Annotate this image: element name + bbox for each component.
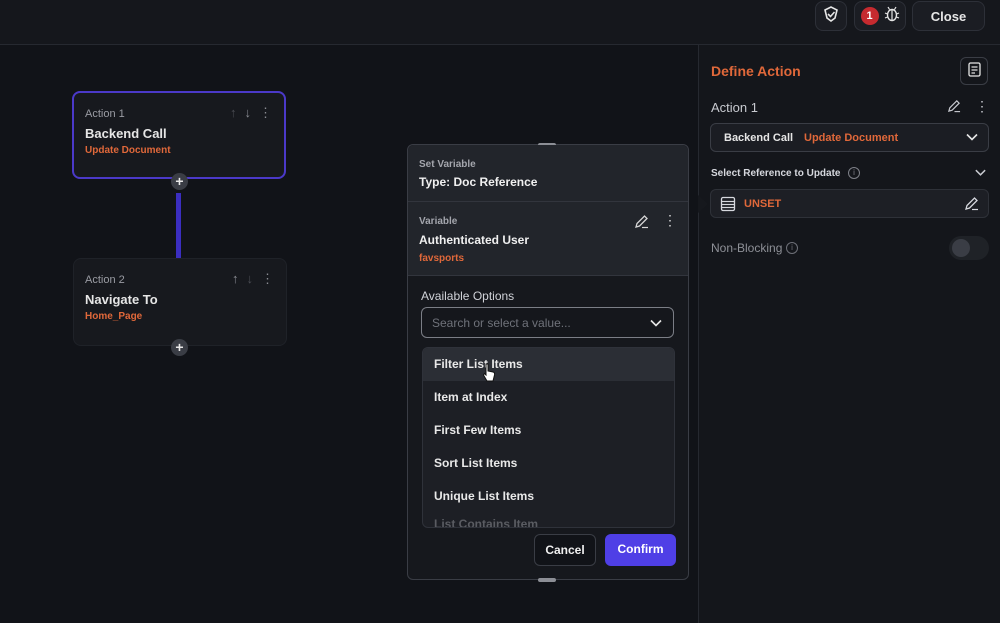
close-button-label: Close [930,8,967,24]
edit-icon[interactable] [947,99,961,118]
close-button[interactable]: Close [912,1,985,31]
variable-label: Variable [419,216,458,227]
action-index-label: Action 2 [85,274,125,286]
action-title: Navigate To [85,292,158,307]
add-action-button[interactable]: + [171,339,188,356]
more-options-icon[interactable]: ⋮ [663,212,677,229]
toggle-knob [952,239,970,257]
more-options-icon[interactable]: ⋮ [975,98,989,115]
top-bar: 1 Close [0,0,1000,45]
action-subtitle: Home_Page [85,311,143,322]
option-item[interactable]: Unique List Items [423,480,674,513]
option-item[interactable]: First Few Items [423,414,674,447]
table-icon [720,196,736,217]
action-index-label: Action 1 [85,108,125,120]
move-down-icon[interactable]: ↓ [247,271,254,287]
more-options-icon[interactable]: ⋮ [261,271,274,287]
variable-field: favsports [419,253,465,264]
reference-input[interactable]: UNSET [710,189,989,218]
action-label: Action 1 [711,100,758,115]
action-card-1[interactable]: Action 1 Backend Call Update Document ↑ … [72,91,286,179]
non-blocking-label: Non-Blocking [711,241,783,255]
info-icon: i [786,242,798,254]
confirm-button-label: Confirm [617,542,664,556]
move-up-icon[interactable]: ↑ [230,105,237,121]
define-action-panel: Define Action Action 1 ⋮ Backend Call Up… [698,45,1000,623]
issue-count-badge: 1 [860,7,879,25]
cancel-button[interactable]: Cancel [534,534,596,566]
set-variable-label: Set Variable [419,159,476,170]
action-title: Backend Call [85,126,167,141]
chevron-down-icon [965,130,979,149]
action-card-2[interactable]: Action 2 Navigate To Home_Page ↑ ↓ ⋮ [73,258,287,346]
set-variable-header: Set Variable Type: Doc Reference [408,145,688,202]
pointer-cursor-icon [482,363,496,388]
move-down-icon[interactable]: ↓ [245,105,252,121]
bug-icon [884,5,900,27]
panel-title: Define Action [711,63,801,79]
option-item[interactable]: Filter List Items [423,348,674,381]
move-up-icon[interactable]: ↑ [232,271,239,287]
call-type: Backend Call [724,132,794,144]
type-label: Type: Doc Reference [419,175,538,189]
option-item[interactable]: List Contains Item [423,513,674,527]
notes-button[interactable] [960,57,988,85]
action-subtitle: Update Document [85,145,171,156]
resize-handle-bottom[interactable] [538,578,556,582]
validation-button[interactable] [815,1,847,31]
confirm-button[interactable]: Confirm [605,534,676,566]
more-options-icon[interactable]: ⋮ [259,105,272,121]
notes-icon [967,61,982,82]
call-name: Update Document [804,132,899,144]
cancel-button-label: Cancel [545,543,585,557]
options-dropdown[interactable]: Filter List Items Item at Index First Fe… [422,347,675,528]
option-item[interactable]: Sort List Items [423,447,674,480]
non-blocking-toggle[interactable] [949,236,989,260]
variable-section[interactable]: Variable Authenticated User favsports ⋮ [408,202,688,276]
option-search-select[interactable]: Search or select a value... [421,307,674,338]
chevron-down-icon [649,316,663,335]
issues-button[interactable]: 1 [854,1,906,31]
edit-icon[interactable] [634,214,649,234]
add-action-button[interactable]: + [171,173,188,190]
set-variable-modal: Set Variable Type: Doc Reference Variabl… [407,143,689,582]
action-type-select[interactable]: Backend Call Update Document [710,123,989,152]
edit-icon[interactable] [964,196,979,216]
available-options-label: Available Options [421,289,515,303]
info-icon: i [848,167,860,179]
variable-value: Authenticated User [419,233,530,247]
reference-value: UNSET [744,198,782,210]
palette-check-icon [822,5,840,28]
option-item[interactable]: Item at Index [423,381,674,414]
chevron-down-icon[interactable] [974,166,987,184]
reference-label: Select Reference to Update [711,168,841,179]
action-connector [176,193,181,258]
pointer-triangle-icon [698,195,708,213]
search-placeholder: Search or select a value... [432,316,571,330]
